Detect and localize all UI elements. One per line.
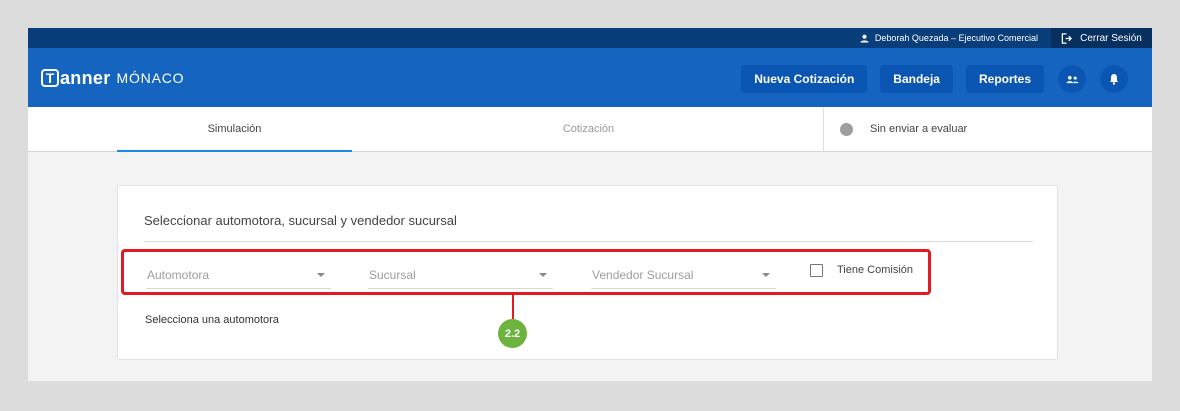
user-info: Deborah Quezada – Ejecutivo Comercial bbox=[860, 28, 1038, 48]
step-badge: 2.2 bbox=[498, 319, 527, 348]
tab-simulacion[interactable]: Simulación bbox=[117, 107, 352, 152]
tab-cotizacion[interactable]: Cotización bbox=[471, 107, 706, 151]
annotation-highlight-box bbox=[121, 249, 931, 295]
logout-label: Cerrar Sesión bbox=[1080, 32, 1142, 44]
main-nav: Nueva Cotización Bandeja Reportes bbox=[728, 65, 1128, 93]
bell-icon bbox=[1110, 74, 1118, 85]
main-header: T anner MÓNACO Nueva Cotización Bandeja … bbox=[28, 48, 1152, 107]
user-icon bbox=[860, 34, 869, 43]
active-tab-indicator bbox=[117, 150, 352, 152]
helper-text: Selecciona una automotora bbox=[145, 314, 279, 326]
user-name: Deborah Quezada – Ejecutivo Comercial bbox=[874, 33, 1038, 43]
evaluation-status: Sin enviar a evaluar bbox=[823, 107, 1152, 151]
card-title: Seleccionar automotora, sucursal y vende… bbox=[144, 213, 457, 228]
divider bbox=[144, 241, 1033, 242]
nueva-cotizacion-button[interactable]: Nueva Cotización bbox=[741, 65, 868, 93]
logo-product: MÓNACO bbox=[116, 70, 185, 86]
top-strip: Deborah Quezada – Ejecutivo Comercial Ce… bbox=[28, 28, 1152, 48]
logo-brand: anner bbox=[60, 67, 111, 88]
tab-simulacion-label: Simulación bbox=[207, 123, 262, 135]
reportes-button[interactable]: Reportes bbox=[965, 65, 1044, 93]
users-icon bbox=[1066, 75, 1078, 83]
notifications-button[interactable] bbox=[1100, 65, 1128, 93]
app-window: Deborah Quezada – Ejecutivo Comercial Ce… bbox=[28, 28, 1152, 381]
tab-cotizacion-label: Cotización bbox=[562, 123, 615, 135]
logout-icon bbox=[1061, 32, 1073, 44]
tab-bar: Simulación Cotización Sin enviar a evalu… bbox=[28, 107, 1152, 152]
status-dot-icon bbox=[840, 122, 853, 136]
bandeja-button[interactable]: Bandeja bbox=[880, 65, 953, 93]
logo-mark: T bbox=[41, 69, 59, 87]
annotation-connector bbox=[512, 295, 514, 319]
status-text: Sin enviar a evaluar bbox=[870, 123, 968, 135]
logo[interactable]: T anner MÓNACO bbox=[41, 67, 184, 89]
logout-button[interactable]: Cerrar Sesión bbox=[1051, 28, 1152, 48]
users-button[interactable] bbox=[1058, 65, 1086, 93]
